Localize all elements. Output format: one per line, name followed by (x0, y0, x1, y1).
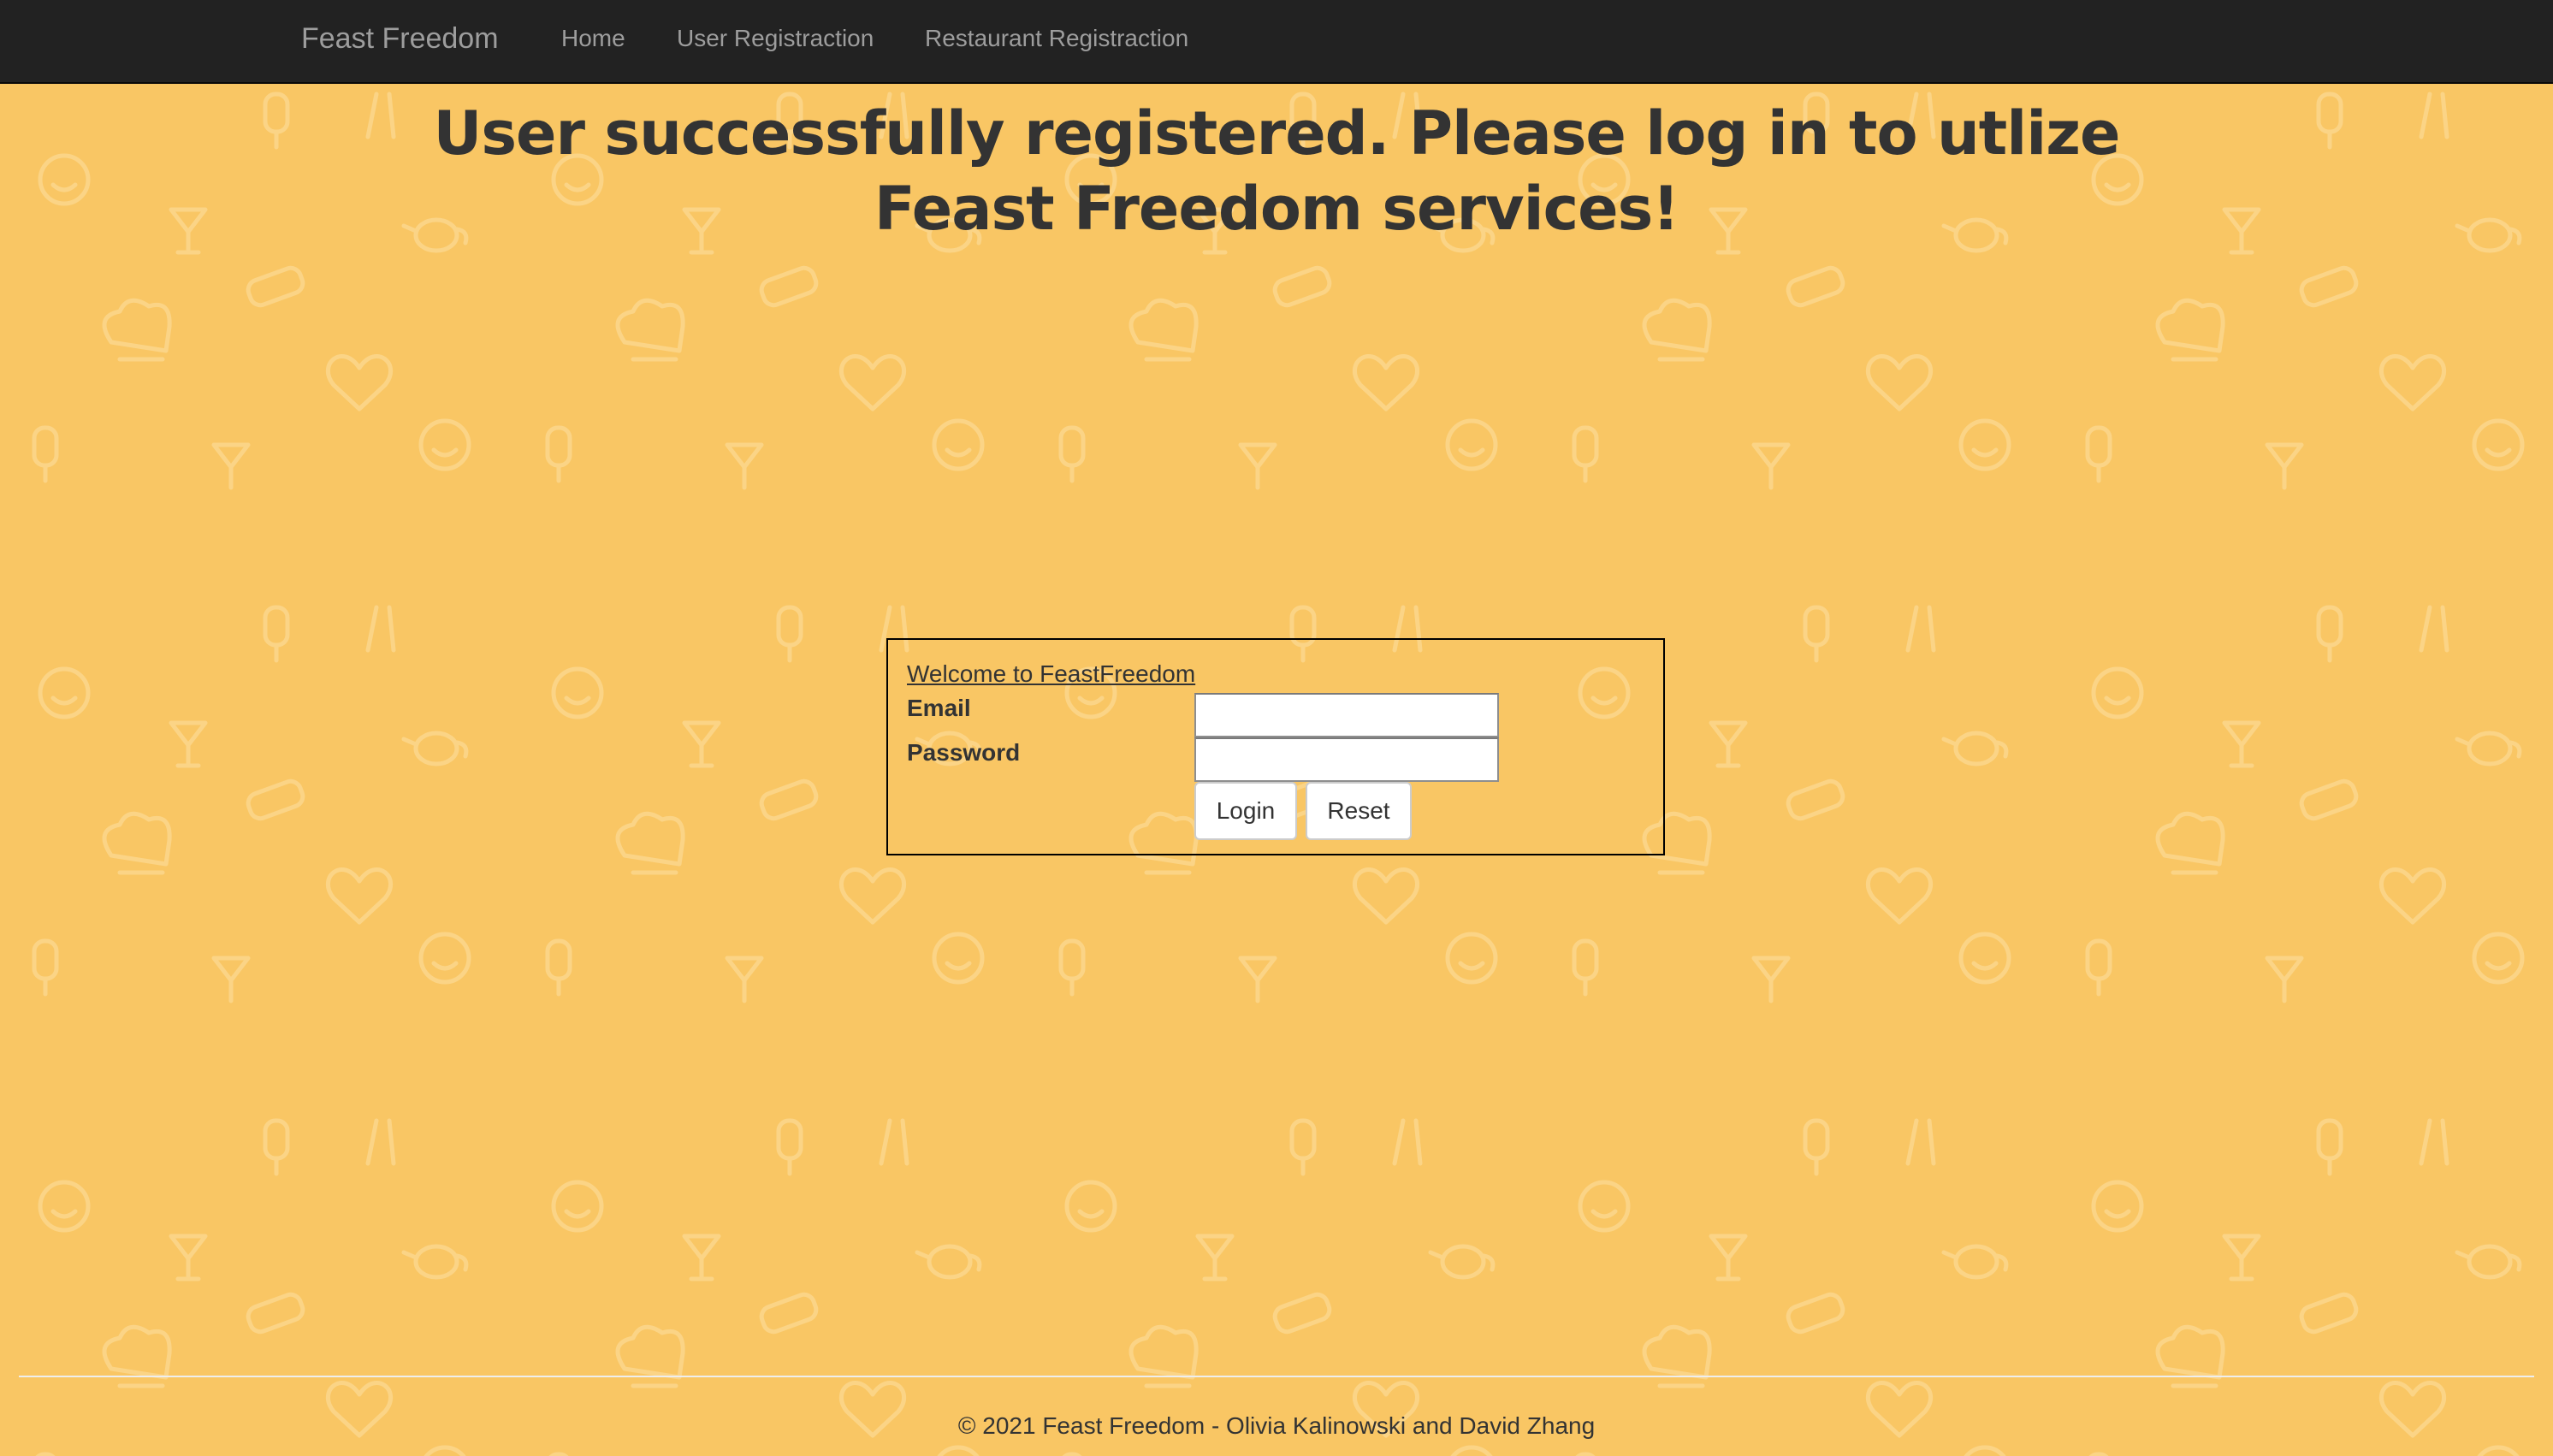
footer-copyright: © 2021 Feast Freedom - Olivia Kalinowski… (957, 1412, 1596, 1439)
footer-divider (19, 1376, 2534, 1377)
welcome-link[interactable]: Welcome to FeastFreedom (907, 660, 1195, 688)
top-navbar: Feast Freedom Home User Registraction Re… (0, 0, 2553, 84)
email-field[interactable] (1194, 693, 1499, 737)
login-form: Welcome to FeastFreedom Email Password L… (886, 638, 1665, 855)
email-label: Email (907, 695, 971, 721)
password-field[interactable] (1194, 737, 1499, 782)
registration-success-heading: User successfully registered. Please log… (433, 98, 2121, 244)
brand-link[interactable]: Feast Freedom (301, 0, 499, 77)
nav-link-user-registration[interactable]: User Registraction (677, 0, 874, 77)
login-button[interactable]: Login (1194, 782, 1297, 840)
nav-link-home[interactable]: Home (561, 0, 625, 77)
reset-button[interactable]: Reset (1306, 782, 1412, 840)
nav-link-restaurant-registration[interactable]: Restaurant Registraction (925, 0, 1188, 77)
password-label: Password (907, 739, 1021, 766)
